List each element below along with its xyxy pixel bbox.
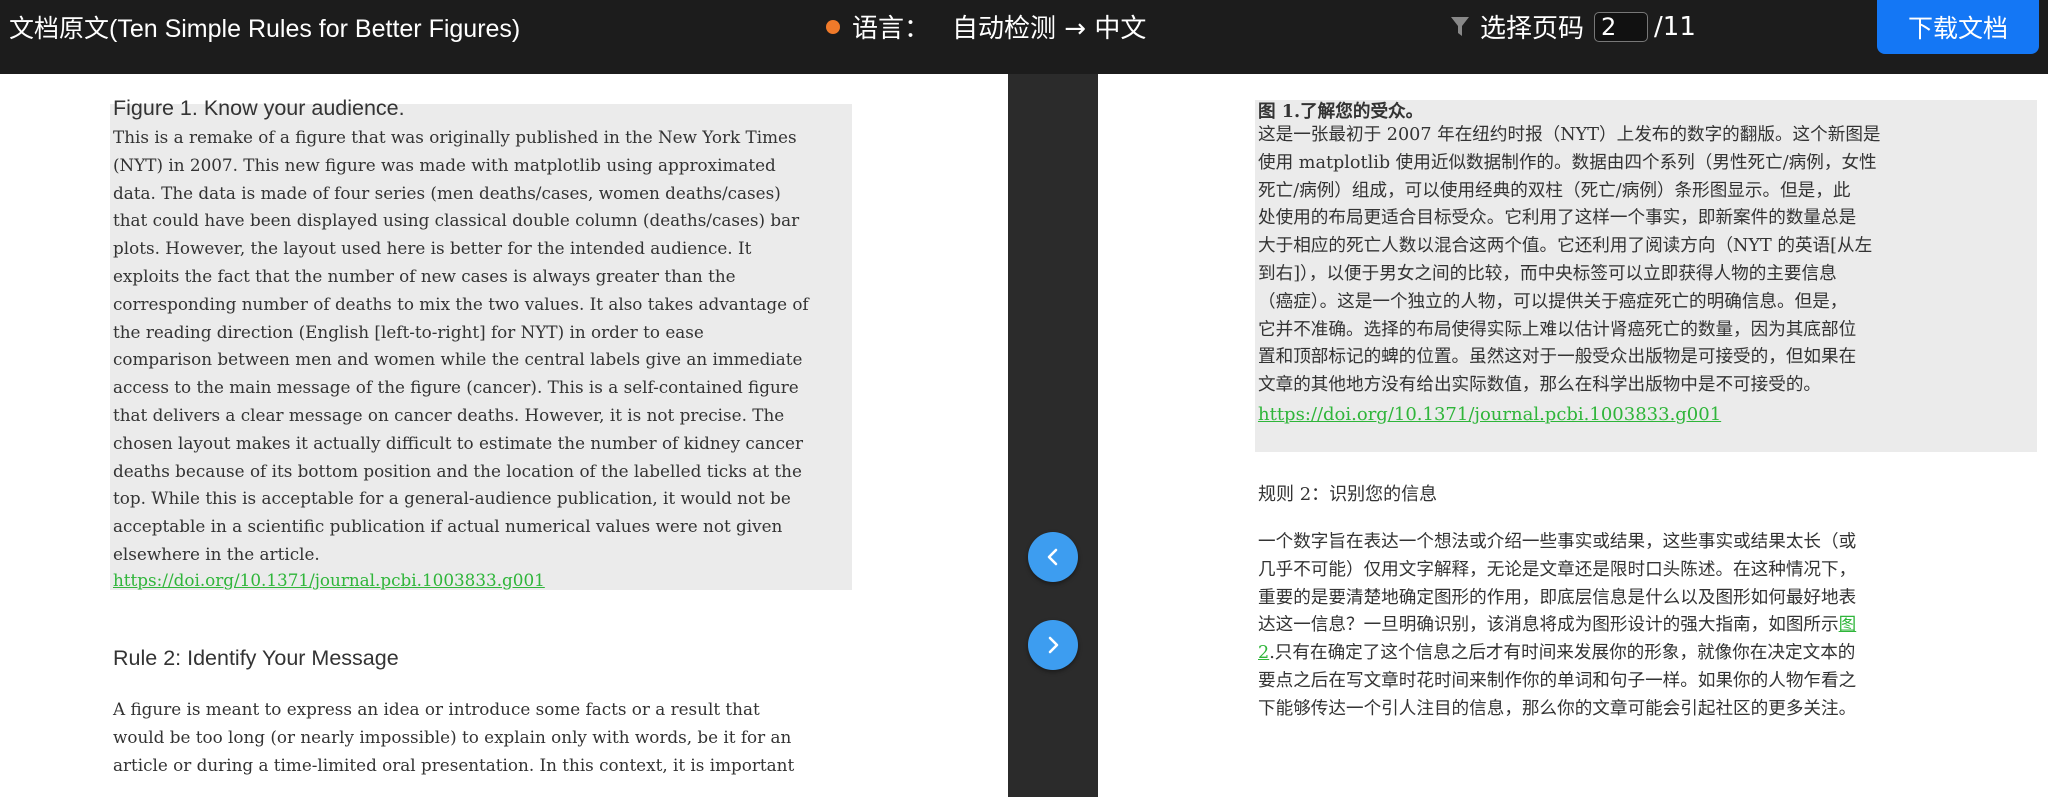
text-line: top. While this is acceptable for a gene…	[113, 488, 791, 509]
text-line: elsewhere in the article.	[113, 543, 320, 564]
text-line: exploits the fact that the number of new…	[113, 265, 736, 286]
translated-figure-caption-title: 图 1.了解您的受众。	[1258, 101, 1424, 122]
text-line: access to the main message of the figure…	[113, 377, 799, 398]
text-line: 重要的是要清楚地确定图形的作用，即底层信息是什么以及图形如何最好地表	[1258, 587, 1857, 608]
download-document-button[interactable]: 下载文档	[1877, 0, 2039, 54]
text-line: （癌症）。这是一个独立的人物，可以提供关于癌症死亡的明确信息。但是，	[1258, 291, 1848, 312]
rule-paragraph: A figure is meant to express an idea or …	[113, 696, 853, 779]
rule-heading: Rule 2: Identify Your Message	[113, 646, 399, 670]
text-line: This is a remake of a figure that was or…	[113, 127, 797, 147]
status-dot-icon	[826, 19, 840, 34]
text-line: the reading direction (English [left-to-…	[113, 321, 704, 342]
text-line: A figure is meant to express an idea or …	[113, 699, 760, 719]
text-line: 置和顶部标记的蜱的位置。虽然这对于一般受众出版物是可接受的，但如果在	[1258, 347, 1857, 368]
page-select-label: 选择页码	[1480, 14, 1585, 44]
text-line: that could have been displayed using cla…	[113, 210, 800, 231]
figure-2-link[interactable]: 图	[1839, 615, 1857, 635]
text-segment: 达这一信息？一旦明确识别，该消息将成为图形设计的强大指南，如图所示	[1258, 615, 1839, 636]
text-line: 这是一张最初于 2007 年在纽约时报（NYT）上发布的数字的翻版。这个新图是	[1258, 125, 1881, 145]
total-pages: /11	[1654, 11, 1696, 42]
text-line: 文章的其他地方没有给出实际数值，那么在科学出版物中是不可接受的。	[1258, 375, 1822, 396]
translated-document-pane[interactable]: 图 1.了解您的受众。 这是一张最初于 2007 年在纽约时报（NYT）上发布的…	[1098, 74, 2048, 797]
language-value[interactable]: 自动检测 → 中文	[952, 8, 1146, 45]
text-line: would be too long (or nearly impossible)…	[113, 726, 792, 747]
pane-divider	[1008, 74, 1098, 797]
original-document-pane[interactable]: Figure 1. Know your audience. This is a …	[0, 74, 1008, 797]
text-line: 到右]），以便于男女之间的比较，而中央标签可以立即获得人物的主要信息	[1258, 263, 1837, 284]
filter-icon	[1451, 16, 1469, 36]
figure-caption-title: Figure 1. Know your audience.	[113, 96, 405, 120]
text-line: data. The data is made of four series (m…	[113, 182, 781, 203]
text-line: 2.只有在确定了这个信息之后才有时间来发展你的形象，就像你在决定文本的	[1258, 640, 2033, 668]
translated-rule-heading: 规则 2：识别您的信息	[1258, 484, 1438, 505]
chevron-right-icon	[1048, 636, 1059, 654]
figure-2-link-number[interactable]: 2	[1258, 643, 1269, 663]
translated-rule-paragraph: 一个数字旨在表达一个想法或介绍一些事实或结果，这些事实或结果太长（或 几乎不可能…	[1258, 529, 2033, 724]
text-line: plots. However, the layout used here is …	[113, 238, 752, 259]
previous-page-button[interactable]	[1028, 532, 1078, 582]
text-line: (NYT) in 2007. This new figure was made …	[113, 154, 776, 175]
figure-caption-text: This is a remake of a figure that was or…	[113, 124, 853, 569]
text-line: 一个数字旨在表达一个想法或介绍一些事实或结果，这些事实或结果太长（或	[1258, 532, 1857, 552]
next-page-button[interactable]	[1028, 620, 1078, 670]
translated-figure-caption-text: 这是一张最初于 2007 年在纽约时报（NYT）上发布的数字的翻版。这个新图是 …	[1258, 122, 2033, 400]
text-line: 死亡/病例）组成，可以使用经典的双柱（死亡/病例）条形图显示。但是，此	[1258, 180, 1851, 201]
figure-doi-link[interactable]: https://doi.org/10.1371/journal.pcbi.100…	[113, 570, 545, 590]
text-line: comparison between men and women while t…	[113, 349, 803, 370]
text-line: acceptable in a scientific publication i…	[113, 516, 783, 537]
top-bar: 文档原文(Ten Simple Rules for Better Figures…	[0, 0, 2048, 74]
document-title: 文档原文(Ten Simple Rules for Better Figures…	[9, 15, 521, 43]
text-line: 达这一信息？一旦明确识别，该消息将成为图形设计的强大指南，如图所示图	[1258, 612, 2033, 640]
text-segment: .只有在确定了这个信息之后才有时间来发展你的形象，就像你在决定文本的	[1269, 643, 1856, 664]
text-line: 使用 matplotlib 使用近似数据制作的。数据由四个系列（男性死亡/病例，…	[1258, 152, 1877, 173]
text-line: deaths because of its bottom position an…	[113, 460, 802, 481]
text-line: 要点之后在写文章时花时间来制作你的单词和句子一样。如果你的人物乍看之	[1258, 670, 1857, 691]
text-line: 几乎不可能）仅用文字解释，无论是文章还是限时口头陈述。在这种情况下，	[1258, 559, 1857, 580]
language-indicator: 语言： 自动检测 → 中文	[826, 8, 1146, 45]
text-line: corresponding number of deaths to mix th…	[113, 293, 809, 314]
page-selector: 选择页码 /11	[1450, 8, 1696, 45]
text-line: 处使用的布局更适合目标受众。它利用了这样一个事实，即新案件的数量总是	[1258, 208, 1857, 229]
text-line: 它并不准确。选择的布局使得实际上难以估计肾癌死亡的数量，因为其底部位	[1258, 319, 1857, 340]
text-line: 大于相应的死亡人数以混合这两个值。它还利用了阅读方向（NYT 的英语[从左	[1258, 236, 1873, 257]
text-line: that delivers a clear message on cancer …	[113, 404, 785, 425]
text-line: chosen layout makes it actually difficul…	[113, 432, 803, 453]
text-line: article or during a time-limited oral pr…	[113, 754, 795, 775]
language-label: 语言：	[852, 14, 931, 44]
text-line: 下能够传达一个引人注目的信息，那么你的文章可能会引起社区的更多关注。	[1258, 698, 1857, 719]
translated-figure-doi-link[interactable]: https://doi.org/10.1371/journal.pcbi.100…	[1258, 404, 1721, 425]
page-number-input[interactable]	[1594, 11, 1649, 42]
chevron-left-icon	[1047, 548, 1058, 566]
